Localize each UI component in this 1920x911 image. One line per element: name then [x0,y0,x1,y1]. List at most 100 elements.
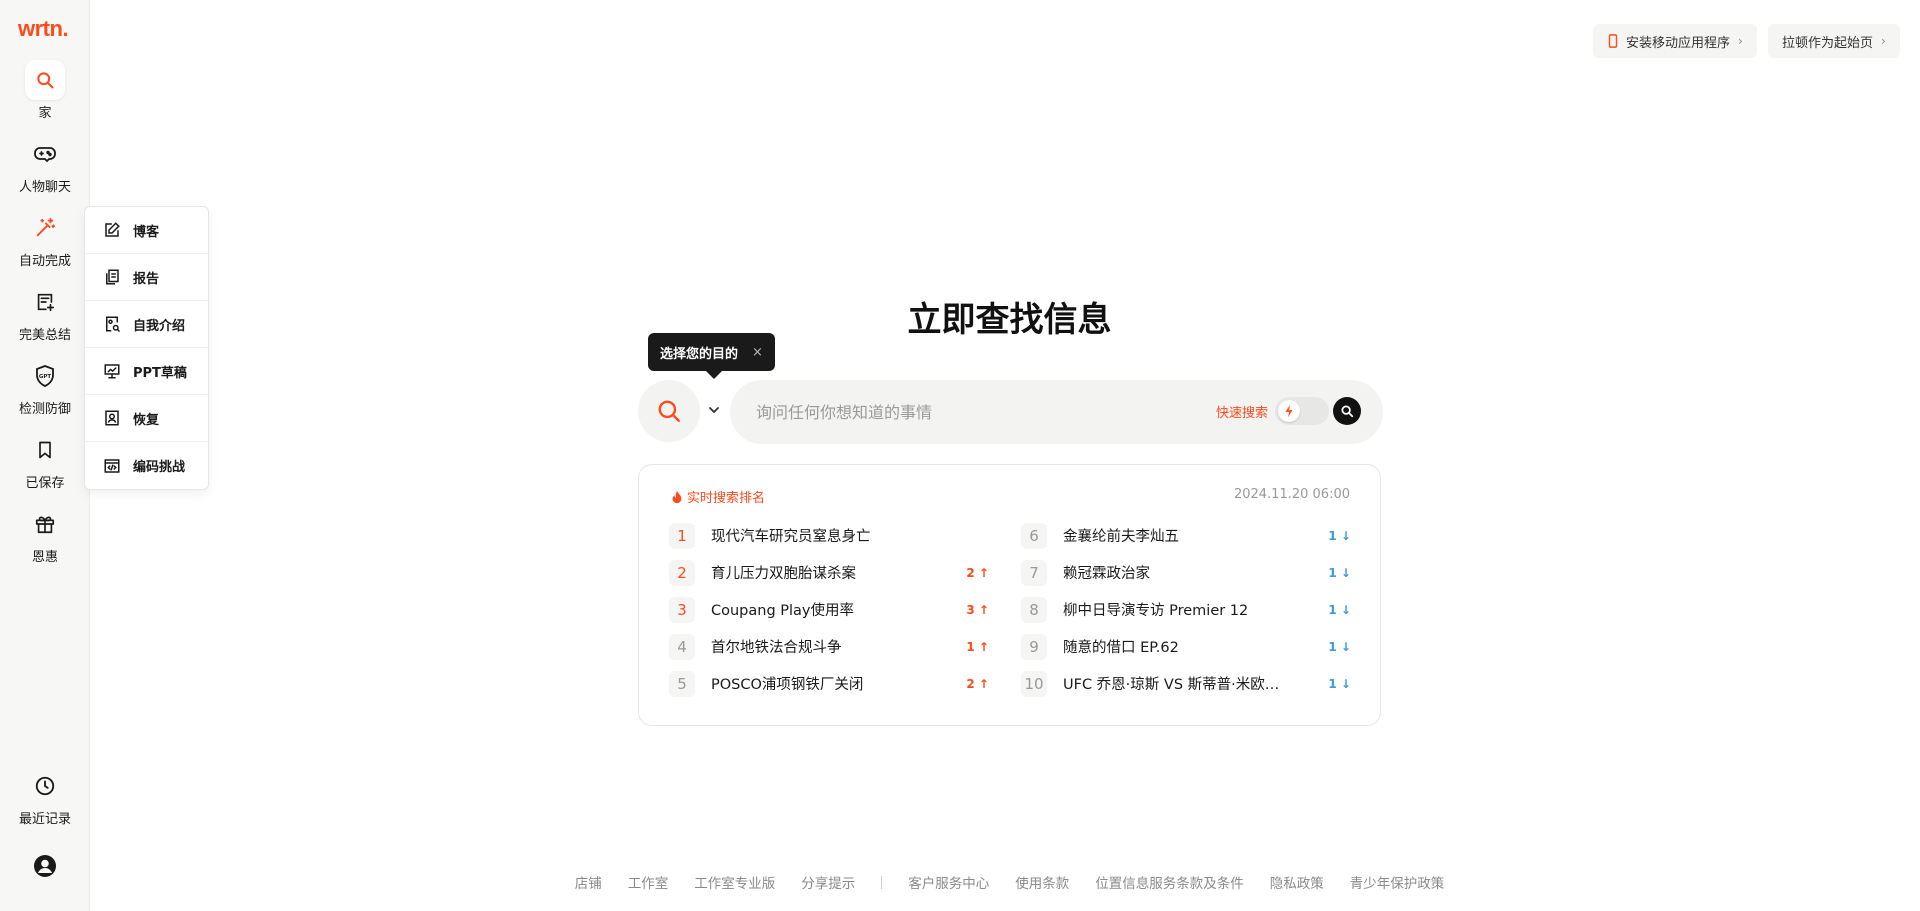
rank-change: 3 ↑ [966,602,989,617]
ranking-row[interactable]: 7 赖冠霖政治家 1 ↓ [1021,554,1351,591]
purpose-tooltip: 选择您的目的 × [648,333,775,379]
ranking-row[interactable]: 4 首尔地铁法合规斗争 1 ↑ [669,628,989,665]
sidebar-item-character-chat[interactable]: 人物聊天 [0,134,90,195]
quick-search-label: 快速搜索 [1216,406,1269,421]
lightning-icon [1278,400,1300,422]
footer-link-studio-pro[interactable]: 工作室专业版 [694,872,775,892]
footer-links: 店铺 工作室 工作室专业版 分享提示 客户服务中心 使用条款 位置信息服务条款及… [0,872,1920,892]
tooltip-text: 选择您的目的 [660,346,739,362]
set-homepage-button[interactable]: 拉顿作为起始页 › [1768,24,1900,58]
svg-text:GPT: GPT [39,374,52,380]
chevron-down-icon [708,404,720,416]
ranking-row[interactable]: 10 UFC 乔恩·琼斯 VS 斯蒂普·米欧西... 1 ↓ [1021,665,1351,702]
footer-link-customer-service[interactable]: 客户服务中心 [908,872,989,892]
menu-item-blog[interactable]: 博客 [85,207,208,254]
sidebar-item-saved[interactable]: 已保存 [0,430,90,491]
rank-title: 现代汽车研究员窒息身亡 [711,529,871,545]
search-icon [1340,404,1354,418]
ranking-column-right: 6 金襄纶前夫李灿五 1 ↓ 7 赖冠霖政治家 1 ↓ 8 柳中日导演专访 Pr… [1021,517,1351,702]
ranking-row[interactable]: 9 随意的借口 EP.62 1 ↓ [1021,628,1351,665]
wrtn-logo[interactable]: wrtn. [18,16,69,42]
rank-change: 1 ↓ [1328,639,1351,654]
rank-number: 7 [1021,559,1047,586]
quick-search-toggle[interactable] [1275,397,1329,425]
ranking-title: 实时搜索排名 [687,491,766,506]
bookmark-icon [25,430,65,470]
ranking-row[interactable]: 5 POSCO浦项钢铁厂关闭 2 ↑ [669,665,989,702]
install-app-label: 安装移动应用程序 [1626,35,1731,51]
ranking-header: 实时搜索排名 [671,487,765,506]
install-app-button[interactable]: 安装移动应用程序 › [1593,24,1757,58]
rank-title: 育儿压力双胞胎谋杀案 [711,566,856,582]
phone-icon [1607,34,1619,48]
search-mode-button[interactable] [638,380,700,442]
rank-title: 柳中日导演专访 Premier 12 [1063,603,1249,619]
menu-item-label: 编码挑战 [133,460,186,475]
footer-link-privacy[interactable]: 隐私政策 [1270,872,1324,892]
footer-link-share-tips[interactable]: 分享提示 [801,872,855,892]
purpose-select-chevron[interactable] [704,400,724,420]
menu-item-ppt-draft[interactable]: PPT草稿 [85,348,208,395]
gamepad-icon [25,134,65,174]
rank-number: 2 [669,559,695,586]
search-submit-button[interactable] [1333,397,1361,425]
ranking-row[interactable]: 8 柳中日导演专访 Premier 12 1 ↓ [1021,591,1351,628]
footer-link-youth-protection[interactable]: 青少年保护政策 [1350,872,1445,892]
rank-change: 2 ↑ [966,676,989,691]
close-icon[interactable]: × [752,345,763,360]
sidebar-item-label: 家 [38,106,52,121]
rank-title: 随意的借口 EP.62 [1063,640,1179,656]
search-bar: 快速搜索 [730,380,1383,444]
rank-change: 1 ↑ [966,639,989,654]
sidebar-item-label: 已保存 [25,476,65,491]
sidebar-item-autocomplete[interactable]: 自动完成 [0,208,90,269]
footer-link-terms[interactable]: 使用条款 [1015,872,1069,892]
ranking-row[interactable]: 6 金襄纶前夫李灿五 1 ↓ [1021,517,1351,554]
footer-divider [881,875,883,889]
rank-title: 赖冠霖政治家 [1063,566,1150,582]
gpt-shield-icon: GPT [25,356,65,396]
copy-icon [103,268,121,286]
sidebar-item-home[interactable]: 家 [0,60,90,121]
rank-change: 1 ↓ [1328,602,1351,617]
ranking-date: 2024.11.20 06:00 [1233,487,1350,502]
sidebar-item-recent[interactable]: 最近记录 [0,766,90,827]
sidebar-item-label: 检测防御 [18,402,71,417]
search-icon [25,60,65,100]
menu-item-resume[interactable]: 恢复 [85,395,208,442]
sidebar-item-detection[interactable]: GPT 检测防御 [0,356,90,417]
clock-icon [25,766,65,806]
ranking-row[interactable]: 3 Coupang Play使用率 3 ↑ [669,591,989,628]
rank-title: 首尔地铁法合规斗争 [711,640,842,656]
ranking-row[interactable]: 2 育儿压力双胞胎谋杀案 2 ↑ [669,554,989,591]
menu-item-label: 博客 [133,224,160,240]
gift-icon [25,504,65,544]
edit-icon [103,221,121,239]
menu-item-label: 恢复 [133,412,160,428]
rank-number: 10 [1021,670,1047,697]
rank-change: 1 ↓ [1328,565,1351,580]
chevron-right-icon: › [1738,34,1743,48]
rank-number: 9 [1021,633,1047,660]
menu-item-coding-challenge[interactable]: 编码挑战 [85,442,208,489]
magic-wand-icon [25,208,65,248]
footer-link-location-terms[interactable]: 位置信息服务条款及条件 [1095,872,1244,892]
rank-title: 金襄纶前夫李灿五 [1063,529,1179,545]
realtime-ranking-card: 实时搜索排名 2024.11.20 06:00 1 现代汽车研究员窒息身亡 2 … [638,464,1381,726]
presentation-icon [103,362,121,380]
footer-link-studio[interactable]: 工作室 [628,872,669,892]
ranking-row[interactable]: 1 现代汽车研究员窒息身亡 [669,517,989,554]
sidebar: wrtn. 家 人物聊天 自动完成 完美总结 GPT 检测防御 已保存 恩惠 最… [0,0,90,911]
sidebar-item-label: 人物聊天 [18,180,71,195]
sidebar-item-benefits[interactable]: 恩惠 [0,504,90,565]
rank-title: UFC 乔恩·琼斯 VS 斯蒂普·米欧西... [1063,677,1293,693]
rank-number: 1 [669,522,695,549]
footer-link-store[interactable]: 店铺 [575,872,602,892]
set-homepage-label: 拉顿作为起始页 [1782,35,1874,51]
rank-change: 2 ↑ [966,565,989,580]
ranking-column-left: 1 现代汽车研究员窒息身亡 2 育儿压力双胞胎谋杀案 2 ↑ 3 Coupang… [669,517,989,702]
rank-title: Coupang Play使用率 [711,603,855,619]
rank-number: 6 [1021,522,1047,549]
sidebar-item-label: 恩惠 [31,550,58,565]
search-input[interactable] [756,380,1176,444]
